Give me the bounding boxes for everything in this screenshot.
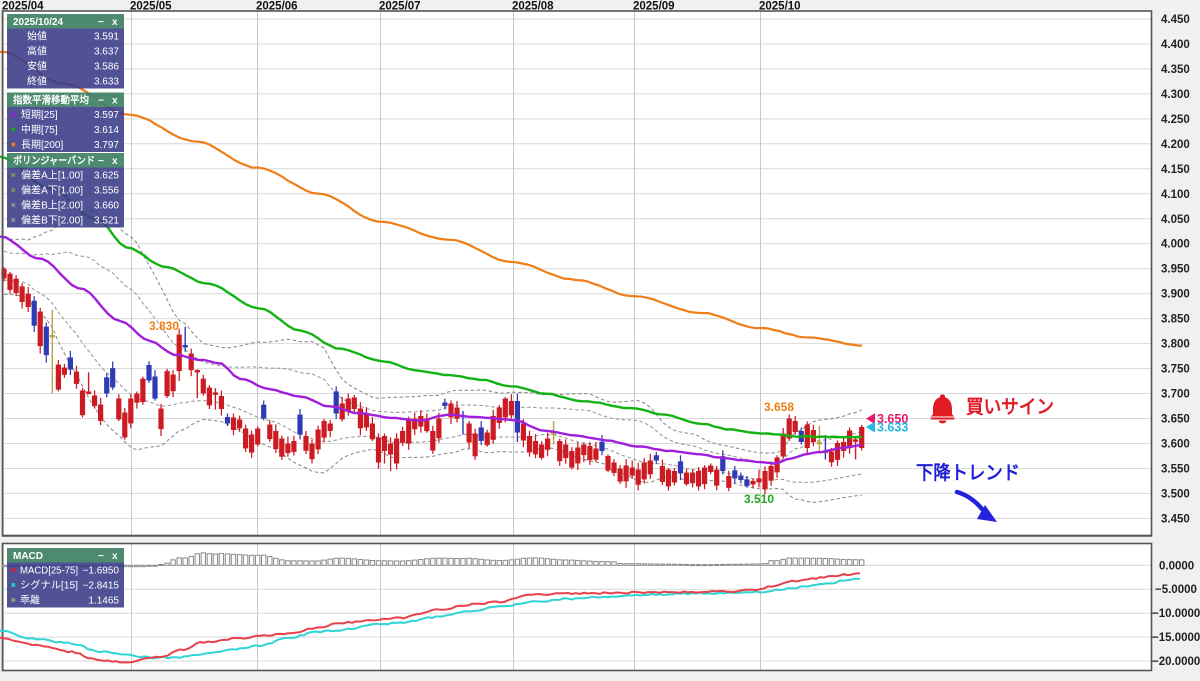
svg-text:3.650: 3.650 — [1161, 414, 1190, 426]
svg-text:0.0000: 0.0000 — [1159, 560, 1194, 572]
svg-text:3.633: 3.633 — [877, 421, 908, 435]
svg-text:−: − — [98, 96, 104, 107]
svg-text:2025/04: 2025/04 — [2, 1, 44, 13]
svg-text:3.660: 3.660 — [94, 201, 119, 212]
svg-text:4.350: 4.350 — [1161, 64, 1190, 76]
svg-text:3.600: 3.600 — [1161, 439, 1190, 451]
svg-text:x: x — [112, 551, 118, 562]
svg-text:3.586: 3.586 — [94, 62, 119, 73]
svg-text:3.500: 3.500 — [1161, 488, 1190, 500]
svg-text:x: x — [112, 96, 118, 107]
svg-text:−: − — [98, 17, 104, 28]
svg-text:短期[25]: 短期[25] — [21, 108, 58, 121]
svg-text:4.250: 4.250 — [1161, 114, 1190, 126]
svg-text:3.625: 3.625 — [94, 171, 119, 182]
svg-text:高値: 高値 — [27, 45, 47, 58]
svg-text:2025/09: 2025/09 — [633, 1, 675, 13]
svg-text:終値: 終値 — [27, 75, 47, 88]
svg-text:MACD: MACD — [13, 551, 43, 562]
svg-text:4.000: 4.000 — [1161, 239, 1190, 251]
svg-text:x: x — [112, 17, 118, 28]
svg-text:長期[200]: 長期[200] — [21, 139, 63, 151]
svg-text:3.614: 3.614 — [94, 125, 119, 136]
svg-text:3.556: 3.556 — [94, 186, 119, 197]
svg-text:4.200: 4.200 — [1161, 139, 1190, 151]
svg-text:偏差A上[1.00]: 偏差A上[1.00] — [21, 169, 83, 182]
svg-text:下降トレンド: 下降トレンド — [916, 461, 1020, 484]
svg-text:3.450: 3.450 — [1161, 513, 1190, 525]
svg-text:2025/06: 2025/06 — [256, 1, 298, 13]
svg-text:4.050: 4.050 — [1161, 214, 1190, 226]
svg-text:3.633: 3.633 — [94, 77, 119, 88]
svg-text:−10.0000: −10.0000 — [1152, 608, 1200, 620]
svg-text:乖離: 乖離 — [20, 594, 40, 607]
svg-text:中期[75]: 中期[75] — [21, 123, 58, 136]
svg-text:3.850: 3.850 — [1161, 314, 1190, 326]
svg-text:3.591: 3.591 — [94, 32, 119, 43]
svg-text:−2.8415: −2.8415 — [83, 581, 120, 592]
svg-text:−1.6950: −1.6950 — [83, 566, 120, 577]
svg-text:偏差B上[2.00]: 偏差B上[2.00] — [21, 199, 83, 212]
svg-text:ボリンジャーバンド: ボリンジャーバンド — [13, 154, 95, 167]
svg-text:4.400: 4.400 — [1161, 39, 1190, 51]
svg-text:3.950: 3.950 — [1161, 264, 1190, 276]
svg-text:安値: 安値 — [27, 60, 47, 73]
svg-text:x: x — [112, 156, 118, 167]
svg-text:−20.0000: −20.0000 — [1152, 656, 1200, 668]
svg-text:3.800: 3.800 — [1161, 339, 1190, 351]
svg-text:3.637: 3.637 — [94, 47, 119, 58]
svg-text:3.750: 3.750 — [1161, 364, 1190, 376]
svg-text:4.150: 4.150 — [1161, 164, 1190, 176]
svg-text:4.450: 4.450 — [1161, 14, 1190, 26]
svg-text:3.900: 3.900 — [1161, 289, 1190, 301]
svg-text:−: − — [98, 156, 104, 167]
svg-text:−15.0000: −15.0000 — [1152, 632, 1200, 644]
svg-text:−5.0000: −5.0000 — [1155, 584, 1197, 596]
svg-text:3.550: 3.550 — [1161, 464, 1190, 476]
svg-text:−: − — [98, 551, 104, 562]
svg-text:シグナル[15]: シグナル[15] — [20, 579, 78, 592]
svg-text:3.797: 3.797 — [94, 140, 119, 151]
svg-text:2025/10: 2025/10 — [759, 1, 801, 13]
svg-text:指数平滑移動平均: 指数平滑移動平均 — [13, 94, 89, 107]
svg-text:偏差B下[2.00]: 偏差B下[2.00] — [21, 214, 83, 227]
svg-text:3.658: 3.658 — [764, 400, 794, 414]
svg-text:4.300: 4.300 — [1161, 89, 1190, 101]
svg-text:買いサイン: 買いサイン — [966, 396, 1054, 418]
svg-text:1.1465: 1.1465 — [88, 596, 119, 607]
svg-text:2025/08: 2025/08 — [512, 1, 554, 13]
svg-text:3.830: 3.830 — [149, 319, 179, 333]
svg-text:2025/05: 2025/05 — [130, 1, 172, 13]
svg-text:始値: 始値 — [27, 30, 47, 43]
svg-text:3.521: 3.521 — [94, 216, 119, 227]
svg-text:4.100: 4.100 — [1161, 189, 1190, 201]
svg-text:MACD[25-75]: MACD[25-75] — [20, 566, 78, 577]
svg-text:3.597: 3.597 — [94, 110, 119, 121]
svg-text:2025/07: 2025/07 — [379, 1, 421, 13]
svg-text:3.510: 3.510 — [744, 492, 774, 506]
svg-text:3.700: 3.700 — [1161, 389, 1190, 401]
svg-text:2025/10/24: 2025/10/24 — [13, 17, 63, 28]
svg-text:偏差A下[1.00]: 偏差A下[1.00] — [21, 184, 83, 197]
